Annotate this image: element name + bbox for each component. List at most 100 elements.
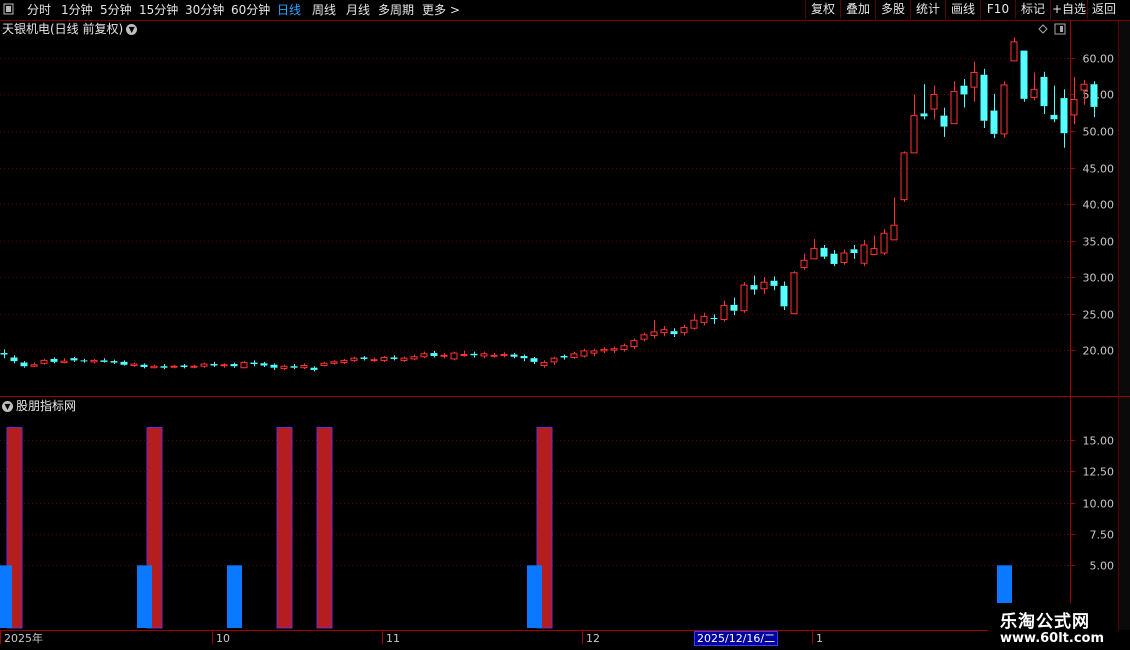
candle-body-up <box>680 327 688 334</box>
indicator-blue-bar <box>527 565 542 628</box>
candle <box>470 351 478 358</box>
candle <box>920 84 928 120</box>
candle-body-down <box>730 304 738 311</box>
candle-body-up <box>60 360 68 364</box>
candle <box>1050 85 1058 123</box>
candle-body-up <box>490 354 498 357</box>
candle <box>450 351 458 361</box>
diamond-icon[interactable] <box>1038 24 1048 34</box>
candle <box>560 354 568 360</box>
candle-body-up <box>840 252 848 263</box>
candle-body-down <box>850 249 858 253</box>
candle-body-down <box>70 358 78 361</box>
price-tick-label: 25.00 <box>1083 309 1115 322</box>
candle <box>530 356 538 365</box>
candle-body-up <box>630 340 638 348</box>
candle <box>400 356 408 362</box>
candle <box>350 356 358 362</box>
candle <box>890 197 898 241</box>
time-label-nov: 11 <box>386 632 400 645</box>
candle <box>550 356 558 365</box>
candle-body-up <box>880 232 888 254</box>
candle-body-up <box>330 361 338 364</box>
candle <box>440 353 448 359</box>
candle <box>340 358 348 365</box>
window-icon[interactable] <box>1054 23 1066 35</box>
candle <box>760 277 768 294</box>
candle-body-up <box>950 91 958 125</box>
candle-body-up <box>440 354 448 357</box>
candle-body-up <box>40 359 48 364</box>
indicator-blue-bar <box>0 565 12 628</box>
candle-body-up <box>90 359 98 363</box>
candle <box>380 356 388 362</box>
candle-body-up <box>790 272 798 315</box>
candle-body-up <box>760 281 768 290</box>
candle-body-down <box>430 353 438 357</box>
candle-body-up <box>550 357 558 363</box>
candle-body-up <box>860 244 868 264</box>
candle <box>670 328 678 338</box>
candle-body-up <box>280 365 288 369</box>
candle-body-up <box>810 248 818 260</box>
candle <box>750 275 758 295</box>
candle-body-up <box>220 364 228 367</box>
candle <box>810 239 818 260</box>
candle <box>390 355 398 361</box>
candle <box>260 361 268 367</box>
candle <box>800 253 808 270</box>
candle-body-down <box>710 318 718 320</box>
indicator-tick-label: 5.00 <box>1090 560 1115 573</box>
candle-body-up <box>660 329 668 334</box>
chart-area[interactable]: 60.0055.0050.0045.0040.0035.0030.0025.00… <box>0 0 1130 650</box>
candle <box>590 348 598 357</box>
candle-body-down <box>50 358 58 362</box>
candle-body-down <box>990 110 998 134</box>
candle-body-down <box>980 74 988 121</box>
candle <box>80 358 88 363</box>
candle <box>430 350 438 358</box>
candle-body-up <box>170 365 178 368</box>
candle-body-up <box>380 356 388 361</box>
candle <box>600 347 608 354</box>
candle <box>540 360 548 368</box>
indicator-tick-label: 12.50 <box>1083 466 1115 479</box>
time-label-oct: 10 <box>216 632 230 645</box>
candle <box>910 94 918 154</box>
candle <box>580 348 588 358</box>
candle <box>270 363 278 370</box>
indicator-red-bar <box>316 427 333 629</box>
candle <box>210 361 218 367</box>
candle <box>860 239 868 267</box>
candle-body-up <box>30 364 38 367</box>
candle <box>220 363 228 368</box>
candle-body-up <box>350 357 358 361</box>
candle <box>310 366 318 372</box>
price-tick-label: 50.00 <box>1083 126 1115 139</box>
candle <box>780 281 788 310</box>
candle-body-up <box>580 350 588 357</box>
candle-body-up <box>370 359 378 362</box>
candle <box>940 107 948 137</box>
candle-body-up <box>870 248 878 255</box>
candle-body-up <box>620 345 628 350</box>
candle <box>980 68 988 129</box>
candle-body-up <box>130 363 138 367</box>
indicator-axis-ticks: 15.00 12.50 10.00 7.50 5.00 <box>1070 435 1114 573</box>
candle-body-down <box>180 365 188 367</box>
candle <box>690 313 698 330</box>
candle-body-up <box>800 259 808 269</box>
candle <box>870 235 878 256</box>
watermark-title: 乐淘公式网 <box>1000 612 1090 632</box>
candle <box>520 354 528 362</box>
candle-body-down <box>20 362 28 367</box>
candle <box>250 360 258 367</box>
candle <box>140 363 148 369</box>
candle-body-down <box>0 353 8 355</box>
price-tick-label: 20.00 <box>1083 345 1115 358</box>
candle-body-down <box>1060 98 1068 134</box>
candle <box>60 358 68 364</box>
candle <box>930 85 938 120</box>
candle <box>90 358 98 364</box>
candle <box>410 354 418 361</box>
